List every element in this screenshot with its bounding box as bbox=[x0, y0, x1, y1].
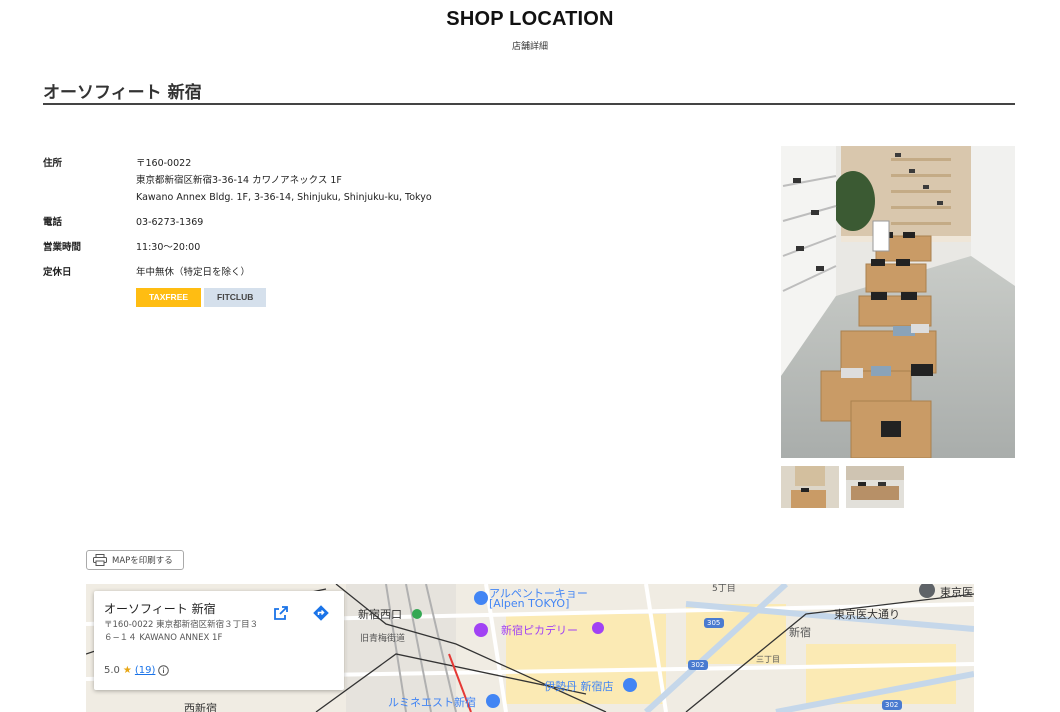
star-icon: ★ bbox=[122, 665, 132, 676]
embedded-map[interactable]: アルペントーキョー [Alpen TOKYO] 新宿ピカデリー 伊勢丹 新宿店 … bbox=[86, 584, 974, 712]
map-label-isetan: 伊勢丹 新宿店 bbox=[544, 680, 614, 693]
place-name: オーソフィート 新宿 bbox=[104, 602, 216, 616]
address-label: 住所 bbox=[43, 158, 63, 169]
map-place-card[interactable]: オーソフィート 新宿 〒160-0022 東京都新宿区新宿３丁目３６−１４ KA… bbox=[94, 591, 344, 690]
hours-value: 11:30～20:00 bbox=[136, 242, 201, 253]
postal-code: 〒160-0022 bbox=[136, 158, 192, 169]
place-rating: 5.0 ★ (19) bbox=[104, 665, 170, 676]
taxfree-badge: TAXFREE bbox=[136, 288, 202, 307]
title-divider bbox=[43, 103, 1015, 105]
service-badges: TAXFREE FITCLUB bbox=[136, 288, 267, 307]
route-302-shield: 302 bbox=[885, 701, 899, 709]
map-label-nishiguchi: 新宿西口 bbox=[358, 608, 402, 621]
fitclub-badge: FITCLUB bbox=[204, 288, 267, 307]
photo-thumbnail-2[interactable] bbox=[846, 466, 904, 508]
directions-icon[interactable] bbox=[309, 601, 333, 625]
map-label-gochome: 5丁目 bbox=[712, 584, 736, 594]
open-in-maps-icon[interactable] bbox=[269, 601, 293, 625]
address-english: Kawano Annex Bldg. 1F, 3-36-14, Shinjuku… bbox=[136, 192, 432, 203]
map-label-alpen-en: [Alpen TOKYO] bbox=[489, 597, 570, 610]
map-label-piccadilly: 新宿ピカデリー bbox=[501, 624, 578, 637]
address-japanese: 東京都新宿区新宿3-36-14 カワノアネックス 1F bbox=[136, 175, 342, 186]
review-count-link[interactable]: (19) bbox=[135, 665, 156, 676]
thumbnail-image bbox=[846, 466, 904, 508]
closed-value: 年中無休（特定日を除く） bbox=[136, 267, 251, 278]
store-interior-illustration bbox=[781, 146, 1015, 458]
hours-label: 営業時間 bbox=[43, 242, 82, 253]
info-icon[interactable] bbox=[158, 665, 170, 676]
map-label-sanchome: 三丁目 bbox=[756, 655, 780, 664]
page-title: SHOP LOCATION bbox=[446, 8, 614, 30]
print-map-button[interactable]: MAPを印刷する bbox=[86, 550, 184, 570]
phone-value[interactable]: 03-6273-1369 bbox=[136, 214, 556, 231]
map-label-tokyo-ika: 東京医 bbox=[940, 586, 973, 599]
route-302-shield: 302 bbox=[691, 661, 705, 669]
shop-name: オーソフィート 新宿 bbox=[43, 83, 202, 103]
map-label-kyuome: 旧青梅街道 bbox=[360, 634, 406, 644]
photo-thumbnail-1[interactable] bbox=[781, 466, 839, 508]
phone-label: 電話 bbox=[43, 217, 63, 228]
map-label-lumine: ルミネエスト新宿 bbox=[388, 696, 476, 709]
route-305-shield: 305 bbox=[707, 619, 721, 627]
place-address: 〒160-0022 東京都新宿区新宿３丁目３６−１４ KAWANO ANNEX … bbox=[104, 620, 259, 643]
store-photo[interactable] bbox=[781, 146, 1015, 458]
thumbnail-image bbox=[781, 466, 839, 508]
rating-value: 5.0 bbox=[104, 665, 120, 676]
map-label-tokyo-ika-dori: 東京医大通り bbox=[834, 608, 900, 621]
address-value: 〒160-0022 東京都新宿区新宿3-36-14 カワノアネックス 1F Ka… bbox=[136, 155, 556, 206]
map-label-nishishinjuku: 西新宿 bbox=[184, 702, 217, 712]
printer-icon bbox=[93, 554, 107, 566]
map-label-shinjuku: 新宿 bbox=[789, 626, 811, 639]
closed-label: 定休日 bbox=[43, 267, 72, 278]
page-subtitle: 店舗詳細 bbox=[511, 42, 548, 52]
print-map-label: MAPを印刷する bbox=[112, 556, 173, 566]
